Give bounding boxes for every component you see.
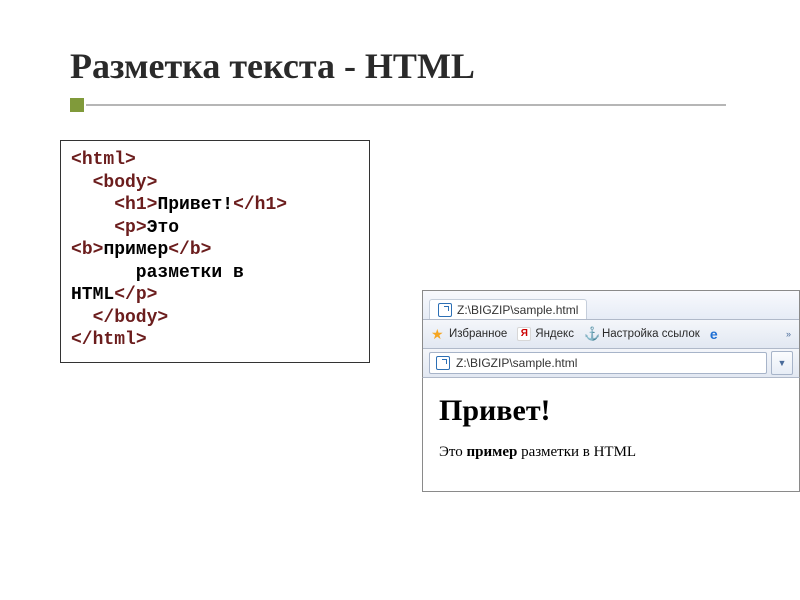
chevron-down-icon: ▼ xyxy=(778,358,787,368)
slide: Разметка текста - HTML <html><body><h1>П… xyxy=(0,0,800,600)
code-line: <html> xyxy=(71,149,359,172)
code-keyword: > xyxy=(147,195,158,215)
code-line: разметки в xyxy=(71,262,359,285)
overflow-chevron-icon[interactable]: » xyxy=(786,329,791,339)
page-icon xyxy=(438,303,452,317)
paragraph-bold: пример xyxy=(467,444,518,460)
rendered-heading: Привет! xyxy=(439,394,783,428)
code-keyword: html xyxy=(82,150,125,170)
link-icon: ⚓ xyxy=(584,327,598,341)
favorite-label: Яндекс xyxy=(535,328,574,340)
code-keyword: < xyxy=(114,195,125,215)
code-keyword: > xyxy=(136,330,147,350)
code-keyword: > xyxy=(147,173,158,193)
browser-tab[interactable]: Z:\BIGZIP\sample.html xyxy=(429,299,587,319)
code-keyword: > xyxy=(125,150,136,170)
code-keyword: > xyxy=(157,308,168,328)
code-keyword: </ xyxy=(71,330,93,350)
title-divider-line xyxy=(86,104,726,106)
code-line: <h1>Привет!</h1> xyxy=(71,194,359,217)
code-keyword: > xyxy=(201,240,212,260)
browser-window: Z:\BIGZIP\sample.html ★ Избранное Я Янде… xyxy=(422,290,800,492)
internet-explorer-icon: e xyxy=(710,327,724,341)
yandex-icon: Я xyxy=(517,327,531,341)
code-text: пример xyxy=(103,240,168,260)
browser-tab-bar: Z:\BIGZIP\sample.html xyxy=(423,291,799,320)
code-keyword: b xyxy=(190,240,201,260)
code-line: </body> xyxy=(71,307,359,330)
code-line: HTML</p> xyxy=(71,284,359,307)
code-text: HTML xyxy=(71,285,114,305)
code-keyword: html xyxy=(93,330,136,350)
favorite-link-ie[interactable]: e xyxy=(710,327,724,341)
slide-title-block: Разметка текста - HTML xyxy=(70,45,475,87)
code-text: разметки в xyxy=(136,263,244,283)
code-line: <p>Это xyxy=(71,217,359,240)
code-keyword: > xyxy=(147,285,158,305)
code-keyword: </ xyxy=(233,195,255,215)
title-accent-square xyxy=(70,98,84,112)
code-text: Привет! xyxy=(157,195,233,215)
code-line: <body> xyxy=(71,172,359,195)
address-dropdown-button[interactable]: ▼ xyxy=(771,351,793,375)
code-keyword: h1 xyxy=(125,195,147,215)
code-keyword: </ xyxy=(93,308,115,328)
code-keyword: < xyxy=(71,150,82,170)
address-bar: Z:\BIGZIP\sample.html ▼ xyxy=(423,349,799,377)
code-keyword: body xyxy=(114,308,157,328)
favorites-bar: ★ Избранное Я Яндекс ⚓ Настройка ссылок … xyxy=(423,320,799,349)
code-keyword: p xyxy=(125,218,136,238)
code-keyword: < xyxy=(93,173,104,193)
page-icon xyxy=(436,356,450,370)
browser-chrome: Z:\BIGZIP\sample.html ★ Избранное Я Янде… xyxy=(422,290,800,377)
favorites-menu[interactable]: ★ Избранное xyxy=(431,327,507,341)
paragraph-prefix: Это xyxy=(439,444,467,460)
favorites-label: Избранное xyxy=(449,328,507,340)
rendered-paragraph: Это пример разметки в HTML xyxy=(439,444,783,461)
code-keyword: < xyxy=(71,240,82,260)
browser-tab-label: Z:\BIGZIP\sample.html xyxy=(457,303,578,317)
slide-title: Разметка текста - HTML xyxy=(70,46,475,86)
code-keyword: < xyxy=(114,218,125,238)
rendered-page: Привет! Это пример разметки в HTML xyxy=(422,377,800,492)
code-text: Это xyxy=(147,218,179,238)
code-keyword: </ xyxy=(114,285,136,305)
paragraph-suffix: разметки в HTML xyxy=(517,444,636,460)
favorites-star-icon: ★ xyxy=(431,327,445,341)
address-value: Z:\BIGZIP\sample.html xyxy=(456,356,577,370)
code-keyword: </ xyxy=(168,240,190,260)
code-keyword: body xyxy=(103,173,146,193)
favorite-label: Настройка ссылок xyxy=(602,328,700,340)
address-field[interactable]: Z:\BIGZIP\sample.html xyxy=(429,352,767,374)
code-line: </html> xyxy=(71,329,359,352)
code-keyword: b xyxy=(82,240,93,260)
code-keyword: > xyxy=(93,240,104,260)
code-example-box: <html><body><h1>Привет!</h1><p>Это<b>при… xyxy=(60,140,370,363)
code-keyword: h1 xyxy=(255,195,277,215)
favorite-link-yandex[interactable]: Я Яндекс xyxy=(517,327,574,341)
code-keyword: > xyxy=(136,218,147,238)
code-line: <b>пример</b> xyxy=(71,239,359,262)
code-keyword: p xyxy=(136,285,147,305)
favorite-link-settings[interactable]: ⚓ Настройка ссылок xyxy=(584,327,700,341)
code-keyword: > xyxy=(276,195,287,215)
